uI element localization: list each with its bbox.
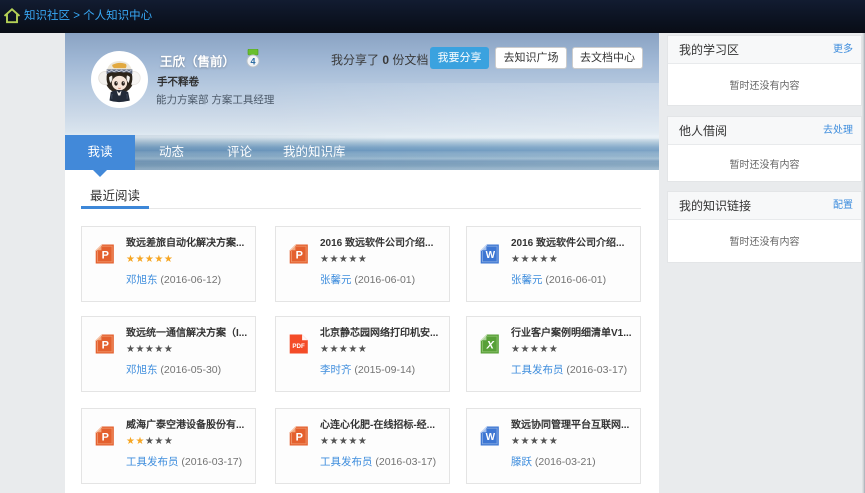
svg-text:4: 4	[250, 57, 255, 67]
